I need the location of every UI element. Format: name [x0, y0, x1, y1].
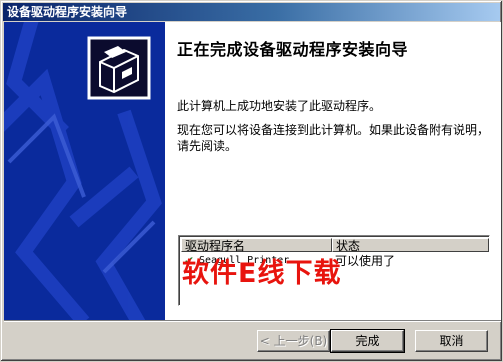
title-bar[interactable]: 设备驱动程序安装向导 [3, 3, 500, 21]
wizard-window: 设备驱动程序安装向导 正在完成设备驱动程序安装向导 此计算机上成功地安装了此驱动… [0, 0, 503, 362]
window-title: 设备驱动程序安装向导 [7, 5, 128, 19]
success-message: 此计算机上成功地安装了此驱动程序。 [177, 99, 382, 113]
watermark-text: 软件E线下载 [182, 258, 342, 289]
driver-list-header: 驱动程序名 状态 [181, 238, 489, 253]
wizard-banner [4, 22, 165, 320]
column-header-driver-name[interactable]: 驱动程序名 [181, 238, 332, 253]
footer-divider [4, 320, 501, 322]
cancel-button[interactable]: 取消 [415, 330, 488, 352]
finish-button[interactable]: 完成 [330, 329, 405, 353]
column-header-status[interactable]: 状态 [332, 238, 489, 253]
back-button[interactable]: < 上一步(B) [257, 330, 330, 352]
page-heading: 正在完成设备驱动程序安装向导 [177, 40, 409, 59]
installer-box-icon [87, 36, 151, 100]
banner-artwork [4, 22, 165, 320]
instruction-message: 现在您可以将设备连接到此计算机。如果此设备附有说明，请先阅读。 [177, 123, 490, 153]
driver-status: 可以使用了 [335, 254, 396, 268]
